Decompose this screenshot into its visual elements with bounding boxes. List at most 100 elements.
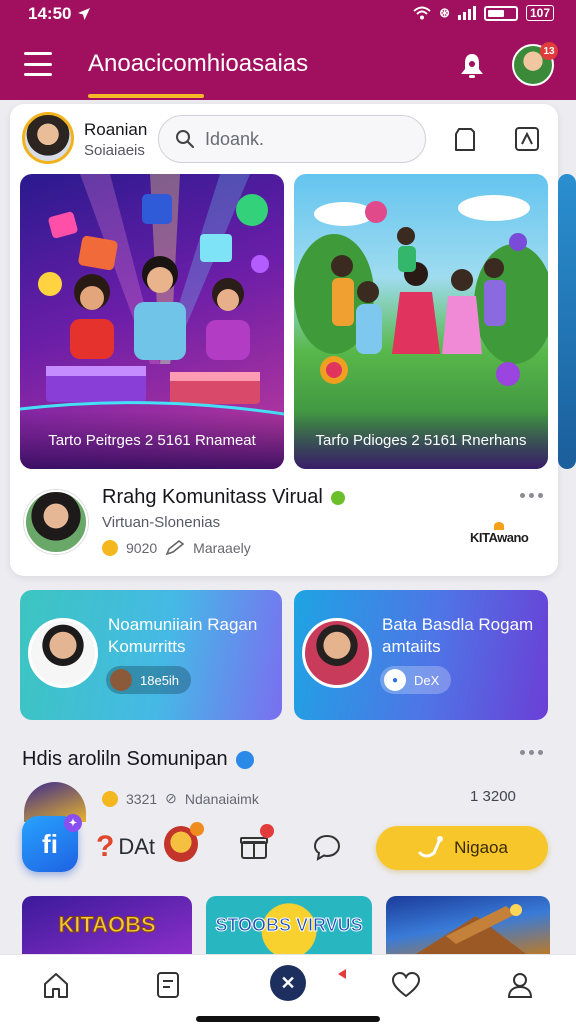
post2-count: 1 3200 [470,788,516,805]
home-indicator [196,1016,380,1022]
community-pill[interactable]: ● DeX [380,666,452,694]
home-fab-button[interactable]: fi ✦ [22,814,82,872]
share-button[interactable] [510,122,544,156]
banner-caption: Tarfo Pdioges 2 5161 Rnerhans [294,411,548,469]
pill-avatar: ● [384,669,406,691]
app-header: 14:50 ⊛ 107 Anoacicomhioasaias 13 [0,0,576,100]
pill-avatar [110,669,132,691]
coin-icon [102,540,118,556]
post-meta: 9020 Maraaely [102,540,251,556]
app-logo-icon: fi [42,828,58,859]
document-icon [157,972,179,998]
coin-icon [102,790,118,807]
community-pill-label: 18e5ih [140,672,180,688]
app-logo-icon: ✕ [280,972,296,993]
points-icon: ? [96,830,115,863]
search-icon [176,130,195,149]
clock: 14:50 [28,4,72,23]
pen-icon [165,540,185,556]
bottom-navigation: ✕ [0,954,576,1024]
fab-badge: ✦ [64,814,82,832]
post2-title-text: Hdis aroliln Somunipan [22,748,228,770]
cta-label: Nigaoa [454,838,508,857]
chat-button[interactable] [312,832,342,862]
bell-icon [461,54,483,78]
home-icon [44,973,68,998]
points-indicator[interactable]: ? DAt [96,830,155,864]
gift-button[interactable] [238,824,274,862]
cta-button[interactable]: Nigaoa [376,826,548,870]
nav-home[interactable] [36,965,76,1005]
banner-caption: Tarto Peitrges 2 5161 Rnameat [20,411,284,469]
nav-messages[interactable] [386,965,426,1005]
banner-event-3[interactable] [558,174,576,469]
nav-feed[interactable] [148,965,188,1005]
share-icon [515,127,539,151]
promo-label: STOOBS VIRVUS [215,915,363,935]
community-pill-label: DeX [414,672,440,688]
mascot-badge [190,822,204,836]
document-icon [455,128,475,151]
community-title: Noamuniiain Ragan Komurritts [108,615,258,656]
location-icon [78,8,91,20]
sparkle-icon [418,836,444,858]
banner-event-2[interactable]: Tarfo Pdioges 2 5161 Rnerhans [294,174,548,469]
community-avatar [28,618,98,688]
notification-badge: 13 [540,42,558,60]
banner-event-1[interactable]: Tarto Peitrges 2 5161 Rnameat [20,174,284,469]
community-card[interactable]: Noamuniiain Ragan Komurritts 18e5ih [20,590,282,720]
battery-icon [483,5,518,21]
post2-title[interactable]: Hdis aroliln Somunipan [22,748,254,771]
promo-illustration [416,904,526,954]
chat-bubble-icon [313,834,341,861]
points-label: DAt [118,834,156,859]
bookmark-button[interactable] [448,122,482,156]
brand-logo: KITAwano [470,522,529,545]
post-title-text: Rrahg Komunitass Virual [102,486,323,508]
title-underline [88,94,204,98]
post-title[interactable]: Rrahg Komunitass Virual [102,486,345,509]
post-meta-count: 9020 [126,540,158,556]
nav-center-button[interactable]: ✕ [270,965,306,1001]
notification-button[interactable] [454,48,490,84]
heart-chat-icon [391,971,421,998]
nav-profile[interactable] [500,965,540,1005]
search-input[interactable] [205,128,405,150]
verified-icon [330,490,345,505]
promo-label: KITAOBS [58,912,156,938]
menu-button[interactable] [24,52,52,76]
post2-meta-count: 3321 [126,790,158,807]
search-bar[interactable] [158,115,426,163]
profile-name: Roanian [84,120,148,139]
community-avatar [302,618,372,688]
person-icon [507,973,533,998]
nav-indicator [338,969,346,979]
profile-avatar[interactable] [22,112,74,164]
status-time: 14:50 [28,4,91,24]
promo-card[interactable]: KITAOBS [22,896,192,954]
community-card[interactable]: Bata Basdla Rogam amtaiits ● DeX [294,590,548,720]
more-options-button[interactable] [516,487,546,503]
user-avatar[interactable]: 13 [512,42,558,86]
page-title: Anoacicomhioasaias [88,50,309,77]
community-pill[interactable]: 18e5ih [106,666,192,694]
mascot-icon[interactable] [164,822,204,862]
verified-icon [235,750,254,769]
vibrate-icon: ⊛ [439,5,450,20]
battery-level: 107 [525,5,554,21]
post2-meta-label: Ndanaiaimk [184,790,259,807]
post-author-avatar[interactable] [24,490,88,554]
status-icons: ⊛ 107 [413,5,554,21]
gift-badge [260,824,274,838]
promo-card[interactable]: STOOBS VIRVUS [206,896,372,954]
wifi-icon [413,6,431,20]
community-title: Bata Basdla Rogam amtaiits [382,615,534,656]
profile-subtitle: Soiaiaeis [84,142,145,159]
link-icon: ⊘ [165,790,177,806]
more-options-button[interactable] [516,744,546,760]
signal-icon [457,6,476,20]
promo-card[interactable] [386,896,550,954]
post2-meta: 3321 ⊘ Ndanaiaimk [102,790,259,807]
status-bar: 14:50 ⊛ 107 [0,0,576,30]
post-meta-label: Maraaely [193,540,251,556]
